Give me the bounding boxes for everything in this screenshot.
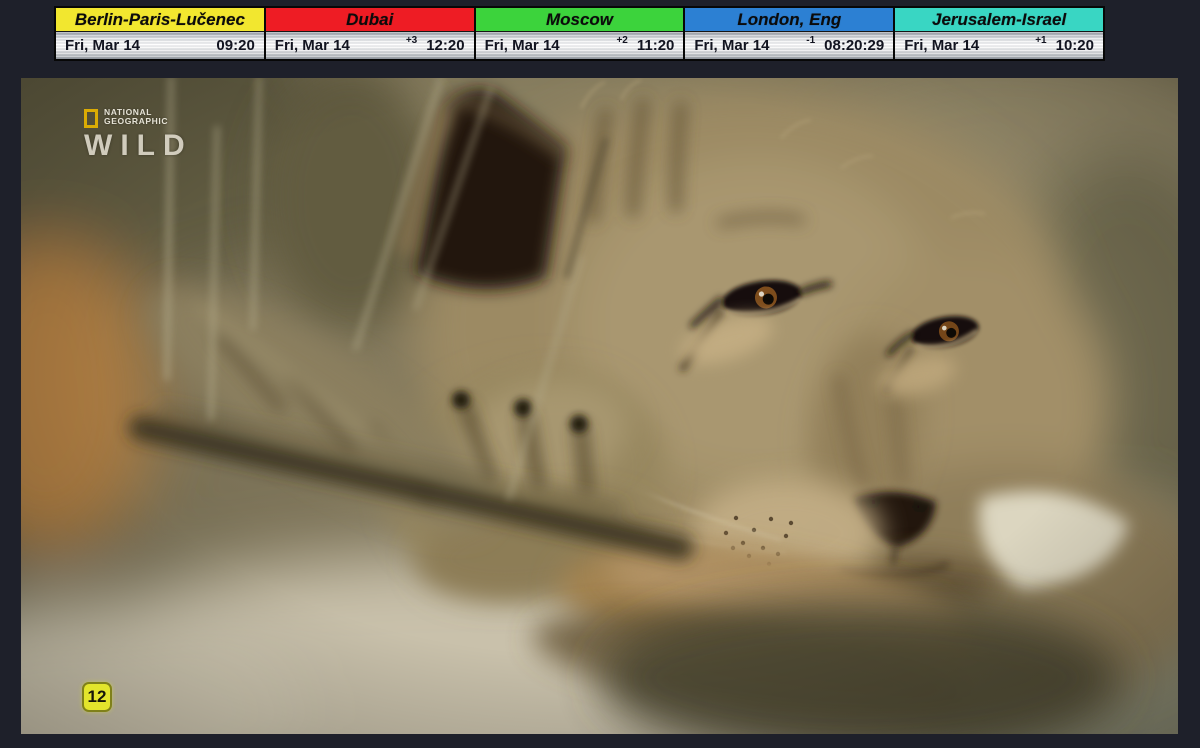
world-clock-bar: Berlin-Paris-Lučenec Fri, Mar 14 09:20 D… bbox=[54, 6, 1105, 61]
natgeo-brand-line2: GEOGRAPHIC bbox=[104, 117, 168, 126]
clock-city-label: Jerusalem-Israel bbox=[895, 8, 1103, 32]
clock-utc-offset: +1 bbox=[1035, 35, 1046, 46]
clock-datetime-row: Fri, Mar 14 +3 12:20 bbox=[266, 32, 474, 59]
clock-time: 09:20 bbox=[216, 37, 254, 54]
clock-dubai: Dubai Fri, Mar 14 +3 12:20 bbox=[264, 8, 474, 59]
clock-date: Fri, Mar 14 bbox=[275, 37, 350, 54]
clock-utc-offset: +3 bbox=[406, 35, 417, 46]
clock-city-label: London, Eng bbox=[685, 8, 893, 32]
natgeo-yellow-frame-icon bbox=[84, 109, 98, 128]
clock-time: 08:20:29 bbox=[824, 37, 884, 54]
video-player[interactable]: NATIONAL GEOGRAPHIC WILD 12 bbox=[21, 78, 1178, 734]
clock-city-label: Berlin-Paris-Lučenec bbox=[56, 8, 264, 32]
natgeo-wild-logo: NATIONAL GEOGRAPHIC WILD bbox=[84, 108, 193, 160]
clock-moscow: Moscow Fri, Mar 14 +2 11:20 bbox=[474, 8, 684, 59]
clock-time: 10:20 bbox=[1056, 37, 1094, 54]
clock-datetime-row: Fri, Mar 14 +1 10:20 bbox=[895, 32, 1103, 59]
clock-time: 11:20 bbox=[637, 37, 675, 54]
lion-cub-image bbox=[21, 78, 1178, 734]
clock-date: Fri, Mar 14 bbox=[65, 37, 140, 54]
clock-datetime-row: Fri, Mar 14 -1 08:20:29 bbox=[685, 32, 893, 59]
clock-city-label: Dubai bbox=[266, 8, 474, 32]
clock-time: 12:20 bbox=[426, 37, 464, 54]
clock-date: Fri, Mar 14 bbox=[694, 37, 769, 54]
clock-date: Fri, Mar 14 bbox=[904, 37, 979, 54]
clock-london: London, Eng Fri, Mar 14 -1 08:20:29 bbox=[683, 8, 893, 59]
clock-berlin-paris-lucenec: Berlin-Paris-Lučenec Fri, Mar 14 09:20 bbox=[56, 8, 264, 59]
clock-datetime-row: Fri, Mar 14 +2 11:20 bbox=[476, 32, 684, 59]
clock-city-label: Moscow bbox=[476, 8, 684, 32]
natgeo-brand-text: NATIONAL GEOGRAPHIC bbox=[104, 108, 168, 126]
clock-date: Fri, Mar 14 bbox=[485, 37, 560, 54]
clock-datetime-row: Fri, Mar 14 09:20 bbox=[56, 32, 264, 59]
wild-wordmark: WILD bbox=[84, 132, 193, 160]
age-rating-badge: 12 bbox=[82, 682, 112, 712]
clock-jerusalem: Jerusalem-Israel Fri, Mar 14 +1 10:20 bbox=[893, 8, 1103, 59]
clock-utc-offset: +2 bbox=[616, 35, 627, 46]
clock-utc-offset: -1 bbox=[806, 35, 815, 46]
